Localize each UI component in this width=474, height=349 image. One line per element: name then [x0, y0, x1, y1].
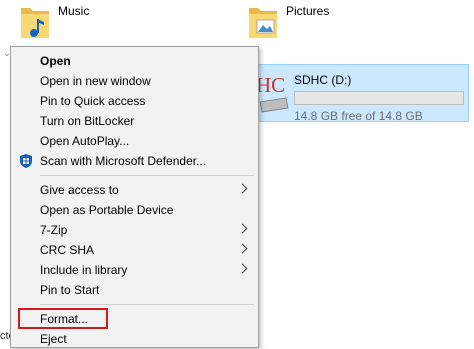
menu-item-open[interactable]: Open — [11, 51, 258, 71]
menu-item-label: Scan with Microsoft Defender... — [40, 154, 207, 168]
menu-item-label: Turn on BitLocker — [40, 114, 135, 128]
drive-name: SDHC (D:) — [294, 73, 352, 87]
menu-item-pin-to-quick-access[interactable]: Pin to Quick access — [11, 91, 258, 111]
drive-free-space: 14.8 GB free of 14.8 GB — [294, 109, 423, 123]
pictures-folder-label: Pictures — [286, 4, 330, 18]
menu-item-give-access-to[interactable]: Give access to — [11, 180, 258, 200]
sd-card-drive-icon: HC — [256, 68, 290, 114]
menu-item-label: 7-Zip — [40, 223, 68, 237]
menu-item-label: CRC SHA — [40, 243, 95, 257]
context-menu: Open Open in new window Pin to Quick acces… — [10, 46, 259, 348]
menu-item-label: Open as Portable Device — [40, 203, 174, 217]
menu-separator — [40, 304, 254, 305]
menu-item-crc-sha[interactable]: CRC SHA — [11, 240, 258, 260]
music-folder-icon — [21, 8, 49, 38]
format-highlight-box — [18, 308, 108, 329]
menu-item-eject[interactable]: Eject — [11, 329, 258, 349]
menu-item-label: Pin to Quick access — [40, 94, 146, 108]
menu-item-include-in-library[interactable]: Include in library — [11, 260, 258, 280]
menu-item-turn-on-bitlocker[interactable]: Turn on BitLocker — [11, 111, 258, 131]
defender-shield-icon — [20, 154, 32, 168]
menu-item-open-in-new-window[interactable]: Open in new window — [11, 71, 258, 91]
pictures-folder-item[interactable]: Pictures — [248, 2, 329, 40]
menu-item-label: Eject — [40, 332, 67, 346]
menu-item-label: Open in new window — [40, 74, 151, 88]
sdhc-drive-tile[interactable]: HC SDHC (D:) 14.8 GB free of 14.8 GB — [253, 64, 469, 123]
menu-item-7-zip[interactable]: 7-Zip — [11, 220, 258, 240]
pictures-folder-icon — [249, 8, 277, 38]
chevron-right-icon — [237, 183, 248, 194]
menu-item-open-autoplay[interactable]: Open AutoPlay... — [11, 131, 258, 151]
file-explorer-view: ⌄ cte Music Pictures HC SDHC (D:) 14.8 G… — [0, 0, 474, 349]
chevron-right-icon — [237, 243, 248, 254]
menu-item-label: Pin to Start — [40, 283, 100, 297]
chevron-right-icon — [237, 223, 248, 234]
menu-item-scan-with-microsoft-defender[interactable]: Scan with Microsoft Defender... — [11, 151, 258, 171]
menu-separator — [40, 175, 254, 176]
menu-item-open-as-portable-device[interactable]: Open as Portable Device — [11, 200, 258, 220]
menu-item-pin-to-start[interactable]: Pin to Start — [11, 280, 258, 300]
menu-item-label: Include in library — [40, 263, 128, 277]
menu-item-label: Open AutoPlay... — [40, 134, 130, 148]
svg-text:HC: HC — [256, 73, 285, 97]
menu-item-label: Open — [40, 54, 71, 68]
music-folder-item[interactable]: Music — [20, 2, 89, 40]
music-folder-label: Music — [58, 4, 90, 18]
chevron-right-icon — [237, 263, 248, 274]
drive-usage-bar — [294, 91, 464, 105]
menu-item-label: Give access to — [40, 183, 119, 197]
